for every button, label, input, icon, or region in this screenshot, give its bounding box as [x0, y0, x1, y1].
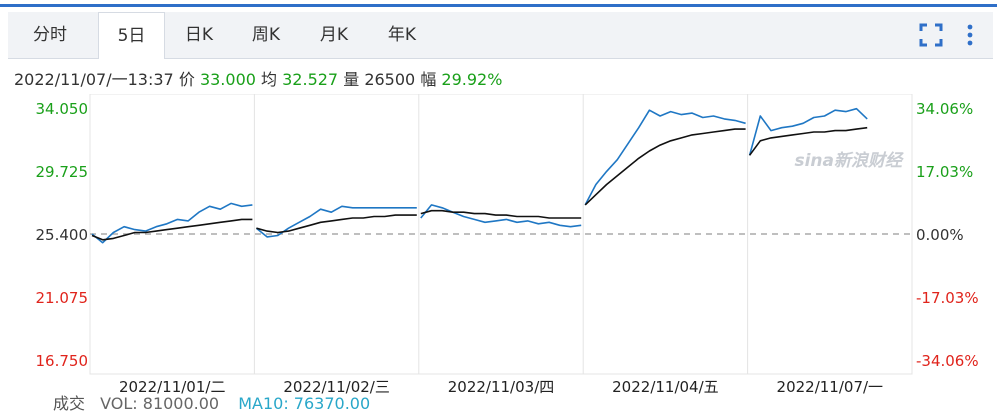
chart-widget: 分时 5日 日K 周K 月K 年K 2022/11/07/一13:37 价 33…: [0, 0, 997, 413]
y-tick-right: 34.06%: [916, 100, 973, 118]
volume-label: 量: [343, 70, 360, 89]
y-tick-right: -17.03%: [916, 289, 979, 307]
fullscreen-icon: [919, 23, 943, 47]
y-tick-right: -34.06%: [916, 352, 979, 370]
more-vertical-icon: [967, 24, 973, 46]
y-tick-left: 21.075: [36, 289, 89, 307]
price-label: 价: [178, 70, 195, 89]
tab-5day[interactable]: 5日: [98, 12, 165, 59]
ma10-readout: MA10: 76370.00: [238, 394, 371, 413]
price-value: 33.000: [199, 70, 256, 89]
volume-value: 26500: [364, 70, 416, 89]
y-tick-left: 16.750: [36, 352, 89, 370]
more-menu-button[interactable]: [964, 12, 976, 58]
quote-datetime: 2022/11/07/一13:37: [14, 70, 174, 89]
volume-section-label: 成交: [53, 394, 86, 413]
avg-line: [420, 209, 582, 219]
avg-line: [256, 214, 417, 234]
y-tick-right: 0.00%: [916, 226, 964, 244]
tab-weekly-k[interactable]: 周K: [240, 12, 292, 58]
volume-readout: VOL: 81000.00: [100, 394, 220, 413]
x-tick-label: 2022/11/07/一: [777, 378, 884, 394]
x-tick-label: 2022/11/03/四: [448, 378, 555, 394]
quote-info-bar: 2022/11/07/一13:37 价 33.000 均 32.527 量 26…: [14, 66, 502, 90]
sina-watermark: sina新浪财经: [794, 151, 904, 171]
tab-yearly-k[interactable]: 年K: [376, 12, 428, 58]
y-tick-left: 25.400: [36, 226, 89, 244]
fullscreen-button[interactable]: [918, 12, 944, 58]
change-value: 29.92%: [441, 70, 503, 89]
y-tick-right: 17.03%: [916, 163, 973, 181]
price-line: [584, 109, 746, 206]
top-accent-bar: [0, 4, 997, 7]
volume-footer: 成交 VOL: 81000.00 MA10: 76370.00: [53, 390, 370, 414]
price-chart: 34.050 34.06% 29.725 17.03% 25.400 0.00% 21.07…: [36, 94, 979, 394]
tab-monthly-k[interactable]: 月K: [308, 12, 360, 58]
y-tick-left: 29.725: [36, 163, 89, 181]
avg-label: 均: [261, 70, 278, 89]
avg-line: [584, 128, 746, 206]
x-tick-label: 2022/11/04/五: [612, 378, 719, 394]
avg-value: 32.527: [282, 70, 339, 89]
change-label: 幅: [420, 70, 437, 89]
tab-intraday[interactable]: 分时: [22, 12, 78, 58]
y-tick-left: 34.050: [36, 100, 89, 118]
tab-bar: 分时 5日 日K 周K 月K 年K: [8, 12, 993, 59]
price-line: [91, 202, 253, 244]
tab-daily-k[interactable]: 日K: [173, 12, 225, 58]
